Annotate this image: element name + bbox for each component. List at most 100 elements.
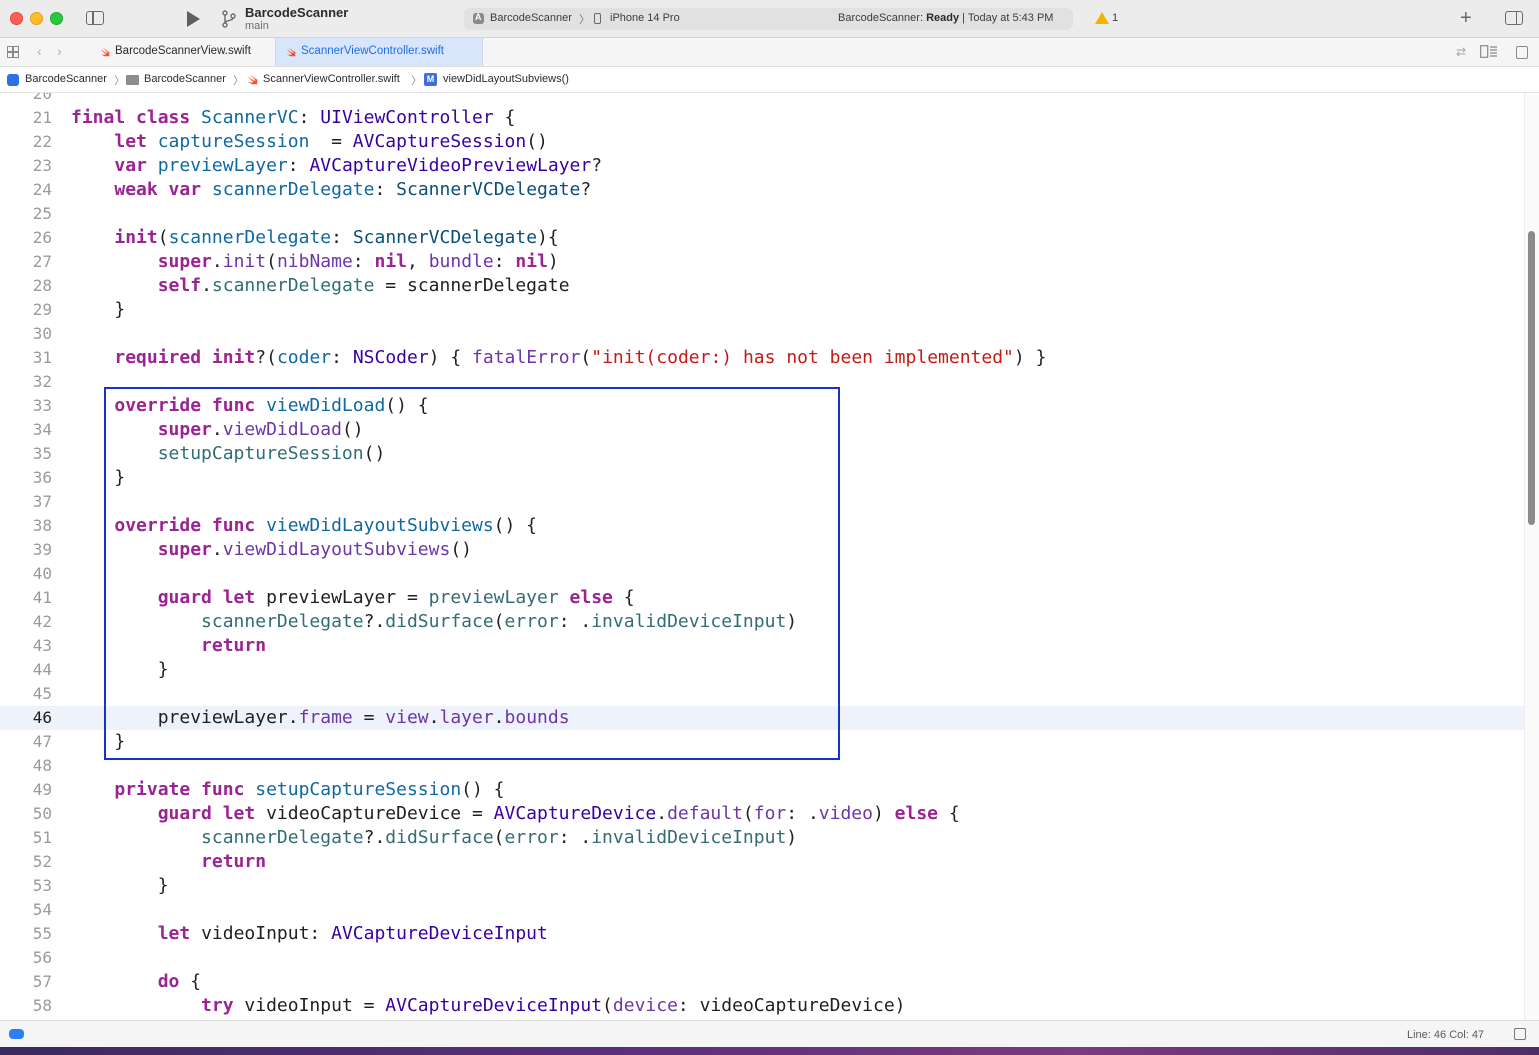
tab-barcode-scanner-view[interactable]: BarcodeScannerView.swift xyxy=(90,38,275,66)
add-library-button[interactable]: + xyxy=(1460,7,1472,29)
code-line[interactable]: 52 return xyxy=(0,850,1524,874)
code-line[interactable]: 21 final class ScannerVC: UIViewControlle… xyxy=(0,106,1524,130)
related-items-icon[interactable] xyxy=(7,46,19,58)
window-toolbar: BarcodeScanner main BarcodeScanner 〉 iPh… xyxy=(0,0,1539,38)
code-line[interactable]: 49 private func setupCaptureSession() { xyxy=(0,778,1524,802)
code-line[interactable]: 24 weak var scannerDelegate: ScannerVCDe… xyxy=(0,178,1524,202)
breadcrumb-symbol[interactable]: viewDidLayoutSubviews() xyxy=(443,73,569,85)
swift-file-icon xyxy=(101,48,110,57)
swift-file-icon xyxy=(248,75,258,85)
code-line[interactable]: 50 guard let videoCaptureDevice = AVCapt… xyxy=(0,802,1524,826)
code-line[interactable]: 56 xyxy=(0,946,1524,970)
code-text: } xyxy=(71,875,169,896)
tab-label: BarcodeScannerView.swift xyxy=(115,45,251,57)
warning-count[interactable]: 1 xyxy=(1112,12,1118,24)
code-text: let videoInput: AVCaptureDeviceInput xyxy=(157,923,548,944)
chevron-right-icon: 〉 xyxy=(233,75,244,87)
app-scheme-icon xyxy=(473,12,484,24)
add-editor-icon[interactable] xyxy=(1516,46,1528,59)
chevron-right-icon: 〉 xyxy=(579,14,590,26)
line-number: 46 xyxy=(32,708,52,727)
line-number: 49 xyxy=(32,780,52,799)
project-name[interactable]: BarcodeScanner xyxy=(245,5,348,20)
code-line[interactable]: 30 xyxy=(0,322,1524,346)
code-line[interactable]: 29 } xyxy=(0,298,1524,322)
line-number: 57 xyxy=(32,972,52,991)
code-line[interactable]: 22 let captureSession = AVCaptureSession… xyxy=(0,130,1524,154)
activity-view: BarcodeScanner 〉 iPhone 14 Pro BarcodeSc… xyxy=(464,8,1073,30)
code-text: } xyxy=(71,299,126,320)
scrollbar-thumb[interactable] xyxy=(1528,231,1535,525)
close-window-button[interactable] xyxy=(10,12,23,25)
code-line[interactable]: 25 xyxy=(0,202,1524,226)
iphone-icon xyxy=(594,13,601,24)
tab-label: ScannerViewController.swift xyxy=(301,45,444,57)
line-number: 44 xyxy=(32,660,52,679)
inspector-toggle-icon[interactable] xyxy=(1505,11,1523,25)
folder-icon xyxy=(126,75,139,85)
line-number: 41 xyxy=(32,588,52,607)
editor-options-icon[interactable] xyxy=(1480,45,1498,58)
method-icon: M xyxy=(424,73,437,86)
line-number: 40 xyxy=(32,564,52,583)
minimize-window-button[interactable] xyxy=(30,12,43,25)
line-number: 50 xyxy=(32,804,52,823)
code-line[interactable]: 54 xyxy=(0,898,1524,922)
line-number: 22 xyxy=(32,132,52,151)
code-text: return xyxy=(201,851,267,872)
warning-icon[interactable] xyxy=(1095,12,1109,24)
line-number: 28 xyxy=(32,276,52,295)
code-line[interactable]: 51 scannerDelegate?.didSurface(error: .i… xyxy=(0,826,1524,850)
desktop-background xyxy=(0,1047,1539,1055)
line-number: 21 xyxy=(32,108,52,127)
status-state: Ready xyxy=(926,12,960,24)
breadcrumb-group[interactable]: BarcodeScanner xyxy=(144,73,226,85)
code-line[interactable]: 58 try videoInput = AVCaptureDeviceInput… xyxy=(0,994,1524,1018)
chevron-right-icon[interactable]: › xyxy=(57,43,62,59)
panel-toggle-icon[interactable] xyxy=(1514,1028,1526,1040)
line-number: 48 xyxy=(32,756,52,775)
line-number: 42 xyxy=(32,612,52,631)
code-line[interactable]: 28 self.scannerDelegate = scannerDelegat… xyxy=(0,274,1524,298)
line-number: 45 xyxy=(32,684,52,703)
status-time: | Today at 5:43 PM xyxy=(959,12,1054,24)
build-status: BarcodeScanner: Ready | Today at 5:43 PM xyxy=(838,12,1053,24)
scheme-selector[interactable]: BarcodeScanner xyxy=(490,12,572,24)
code-line[interactable]: 27 super.init(nibName: nil, bundle: nil) xyxy=(0,250,1524,274)
line-number: 25 xyxy=(32,204,52,223)
code-text: final class ScannerVC: UIViewController … xyxy=(71,107,516,128)
line-number: 23 xyxy=(32,156,52,175)
code-text: self.scannerDelegate = scannerDelegate xyxy=(157,275,570,296)
run-button[interactable] xyxy=(187,11,200,27)
line-number: 26 xyxy=(32,228,52,247)
source-editor[interactable]: 58 try videoInput = AVCaptureDeviceInput… xyxy=(0,93,1539,1020)
editor-tab-bar: ‹ › BarcodeScannerView.swift ScannerView… xyxy=(0,38,1539,67)
code-line[interactable]: 53 } xyxy=(0,874,1524,898)
chevron-right-icon: 〉 xyxy=(114,75,125,87)
breadcrumb-project[interactable]: BarcodeScanner xyxy=(25,73,107,85)
code-text: init(scannerDelegate: ScannerVCDelegate)… xyxy=(114,227,559,248)
code-line[interactable]: 26 init(scannerDelegate: ScannerVCDelega… xyxy=(0,226,1524,250)
line-number: 51 xyxy=(32,828,52,847)
debug-area-toggle-icon[interactable] xyxy=(9,1029,24,1039)
code-text: guard let videoCaptureDevice = AVCapture… xyxy=(157,803,960,824)
run-destination-selector[interactable]: iPhone 14 Pro xyxy=(610,12,680,24)
chevron-left-icon[interactable]: ‹ xyxy=(37,43,42,59)
code-line[interactable]: 23 var previewLayer: AVCaptureVideoPrevi… xyxy=(0,154,1524,178)
swap-icon[interactable]: ⇄ xyxy=(1456,45,1466,59)
line-number: 38 xyxy=(32,516,52,535)
branch-name: main xyxy=(245,20,269,32)
code-text: let captureSession = AVCaptureSession() xyxy=(114,131,548,152)
navigator-toggle-icon[interactable] xyxy=(86,11,104,25)
line-number: 53 xyxy=(32,876,52,895)
breadcrumb-file[interactable]: ScannerViewController.swift xyxy=(263,73,400,85)
code-line[interactable]: 31 required init?(coder: NSCoder) { fata… xyxy=(0,346,1524,370)
code-text: try videoInput = AVCaptureDeviceInput(de… xyxy=(201,995,906,1016)
code-line[interactable]: 57 do { xyxy=(0,970,1524,994)
zoom-window-button[interactable] xyxy=(50,12,63,25)
line-number: 27 xyxy=(32,252,52,271)
code-line[interactable]: 20 xyxy=(0,93,1524,106)
line-number: 52 xyxy=(32,852,52,871)
code-line[interactable]: 55 let videoInput: AVCaptureDeviceInput xyxy=(0,922,1524,946)
tab-scanner-view-controller[interactable]: ScannerViewController.swift xyxy=(275,38,483,66)
